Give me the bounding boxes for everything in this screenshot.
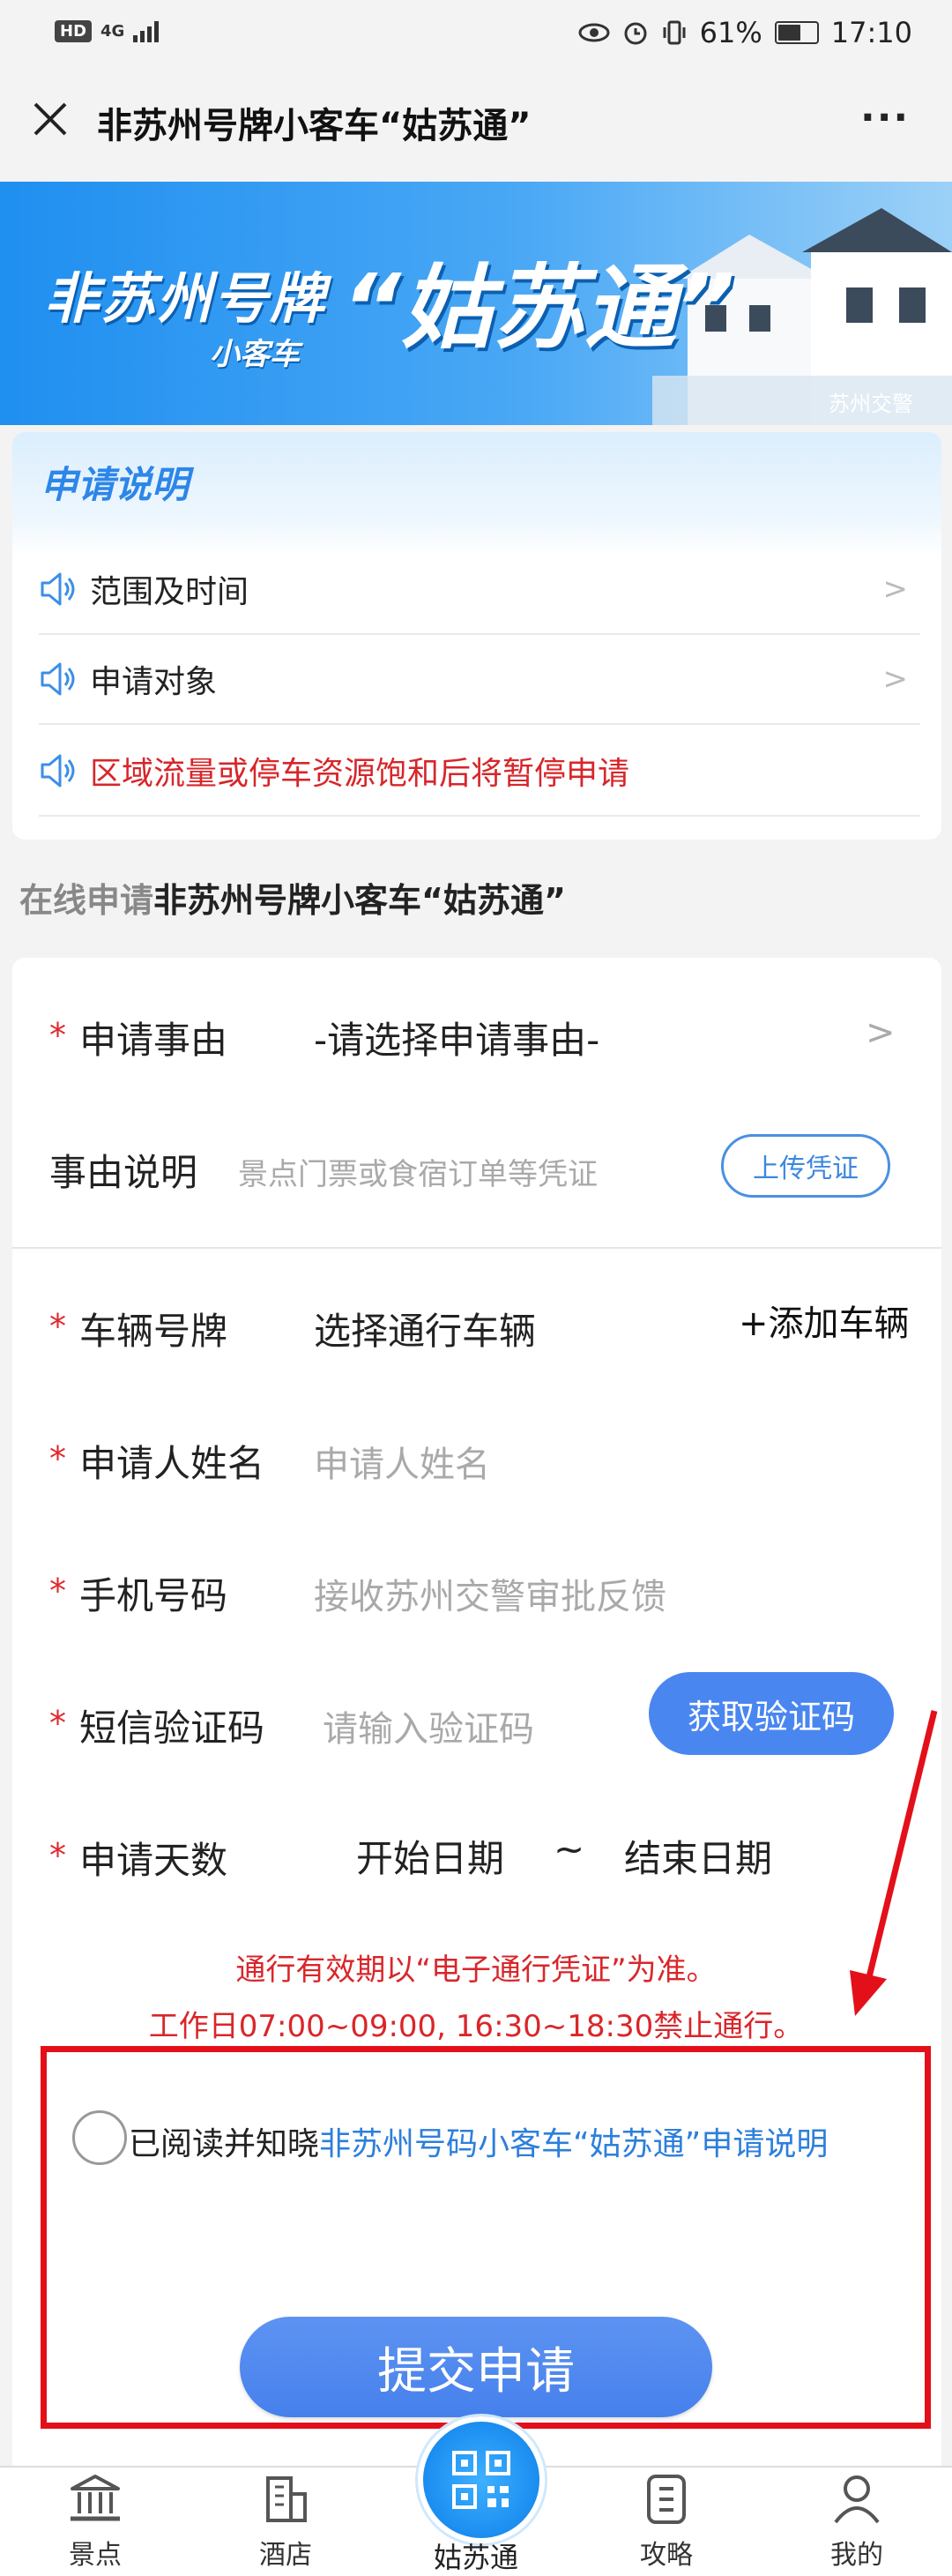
form-divider	[12, 1247, 941, 1249]
tab-label: 景点	[69, 2540, 122, 2571]
more-menu-button[interactable]: ···	[860, 95, 910, 140]
status-right: 61% 17:10	[578, 16, 912, 49]
alarm-icon	[624, 22, 647, 45]
chevron-right-icon: >	[882, 661, 909, 697]
speaker-icon	[41, 572, 75, 606]
banner-title-line2: 小客车	[210, 337, 300, 372]
clock: 17:10	[830, 16, 912, 49]
reason-desc-input[interactable]: 景点门票或食宿订单等凭证	[238, 1150, 598, 1193]
info-item-warning: 区域流量或停车资源饱和后将暂停申请	[39, 727, 920, 817]
required-mark: *	[49, 1836, 66, 1875]
tab-label: 我的	[830, 2540, 883, 2571]
tab-guides[interactable]: 攻略	[605, 2473, 728, 2572]
banner-brand: “姑苏通”	[342, 254, 735, 362]
upload-proof-button[interactable]: 上传凭证	[721, 1134, 890, 1198]
reason-label: 申请事由	[79, 1019, 228, 1062]
reason-select[interactable]: -请选择申请事由-	[314, 1011, 599, 1064]
info-title: 申请说明	[41, 463, 190, 506]
add-vehicle-button[interactable]: +添加车辆	[739, 1295, 910, 1346]
required-mark: *	[49, 1439, 66, 1478]
info-item-label: 申请对象	[90, 664, 218, 700]
tab-attractions[interactable]: 景点	[33, 2473, 157, 2572]
battery-icon	[774, 21, 819, 44]
signal-icon	[133, 21, 160, 42]
network-label: 4G	[100, 21, 125, 41]
close-icon[interactable]	[28, 97, 72, 141]
sms-code-input[interactable]: 请输入验证码	[323, 1700, 534, 1751]
section-main: 非苏州号牌小客车“姑苏通”	[153, 881, 566, 920]
chevron-right-icon: >	[866, 1012, 896, 1053]
tab-label: 攻略	[640, 2540, 693, 2571]
tab-label: 酒店	[259, 2540, 312, 2571]
days-label: 申请天数	[79, 1839, 228, 1882]
required-mark: *	[49, 1307, 66, 1346]
guide-icon	[647, 2475, 686, 2524]
eye-icon	[578, 23, 610, 42]
banner: 非苏州号牌 小客车 “姑苏通” 苏州交警	[0, 182, 952, 425]
plate-label: 车辆号牌	[79, 1310, 228, 1353]
info-card: 申请说明 范围及时间 > 申请对象 > 区域流量或停车资源饱和后将暂停申请	[12, 432, 941, 840]
date-separator: ~	[554, 1827, 585, 1870]
chevron-right-icon: >	[882, 571, 909, 607]
required-mark: *	[49, 1572, 66, 1610]
battery-fill	[777, 25, 801, 41]
agreement-prefix: 已阅读并知晓	[129, 2126, 320, 2162]
landmark-icon	[71, 2475, 120, 2521]
sms-label: 短信验证码	[79, 1706, 265, 1750]
agreement-text: 已阅读并知晓非苏州号码小客车“姑苏通”申请说明	[129, 2118, 828, 2164]
info-item-scope[interactable]: 范围及时间 >	[39, 545, 920, 635]
validity-notice: 通行有效期以“电子通行凭证”为准。	[235, 1953, 717, 1988]
qrcode-icon	[452, 2451, 510, 2509]
tab-label: 姑苏通	[433, 2541, 518, 2574]
required-mark: *	[49, 1704, 66, 1743]
page-title: 非苏州号牌小客车“姑苏通”	[97, 106, 532, 146]
phone-label: 手机号码	[79, 1574, 228, 1617]
battery-percent: 61%	[699, 16, 762, 49]
end-date-picker[interactable]: 结束日期	[624, 1829, 772, 1883]
required-mark: *	[49, 1016, 66, 1055]
hd-badge: HD	[55, 19, 93, 42]
applicant-name-label: 申请人姓名	[79, 1442, 265, 1485]
tab-profile[interactable]: 我的	[795, 2473, 919, 2572]
start-date-picker[interactable]: 开始日期	[356, 1829, 504, 1883]
agree-radio[interactable]	[72, 2110, 127, 2165]
banner-title-line1: 非苏州号牌	[44, 266, 327, 331]
speaker-icon	[41, 754, 75, 788]
banner-mark: 苏州交警	[829, 392, 913, 416]
phone-input[interactable]: 接收苏州交警审批反馈	[314, 1568, 666, 1619]
submit-button[interactable]: 提交申请	[240, 2317, 712, 2417]
hotel-icon	[266, 2476, 307, 2522]
info-item-label: 范围及时间	[90, 574, 249, 610]
speaker-icon	[41, 662, 75, 696]
user-icon	[834, 2475, 880, 2524]
reason-desc-label: 事由说明	[49, 1151, 198, 1194]
tab-gusutong[interactable]	[418, 2416, 545, 2543]
agreement-link[interactable]: 非苏州号码小客车“姑苏通”申请说明	[319, 2126, 828, 2162]
status-left: HD 4G	[55, 19, 163, 42]
section-prefix: 在线申请	[19, 881, 154, 920]
vibrate-icon	[663, 20, 686, 45]
arrow-annotation	[850, 1710, 938, 2016]
restriction-notice: 工作日07:00~09:00, 16:30~18:30禁止通行。	[148, 2009, 804, 2044]
info-item-label: 区域流量或停车资源饱和后将暂停申请	[90, 756, 630, 792]
applicant-name-input[interactable]: 申请人姓名	[314, 1436, 490, 1487]
plate-select[interactable]: 选择通行车辆	[314, 1302, 536, 1355]
tab-hotels[interactable]: 酒店	[224, 2473, 347, 2572]
info-item-target[interactable]: 申请对象 >	[39, 635, 920, 725]
section-title: 在线申请非苏州号牌小客车“姑苏通”	[19, 873, 566, 922]
